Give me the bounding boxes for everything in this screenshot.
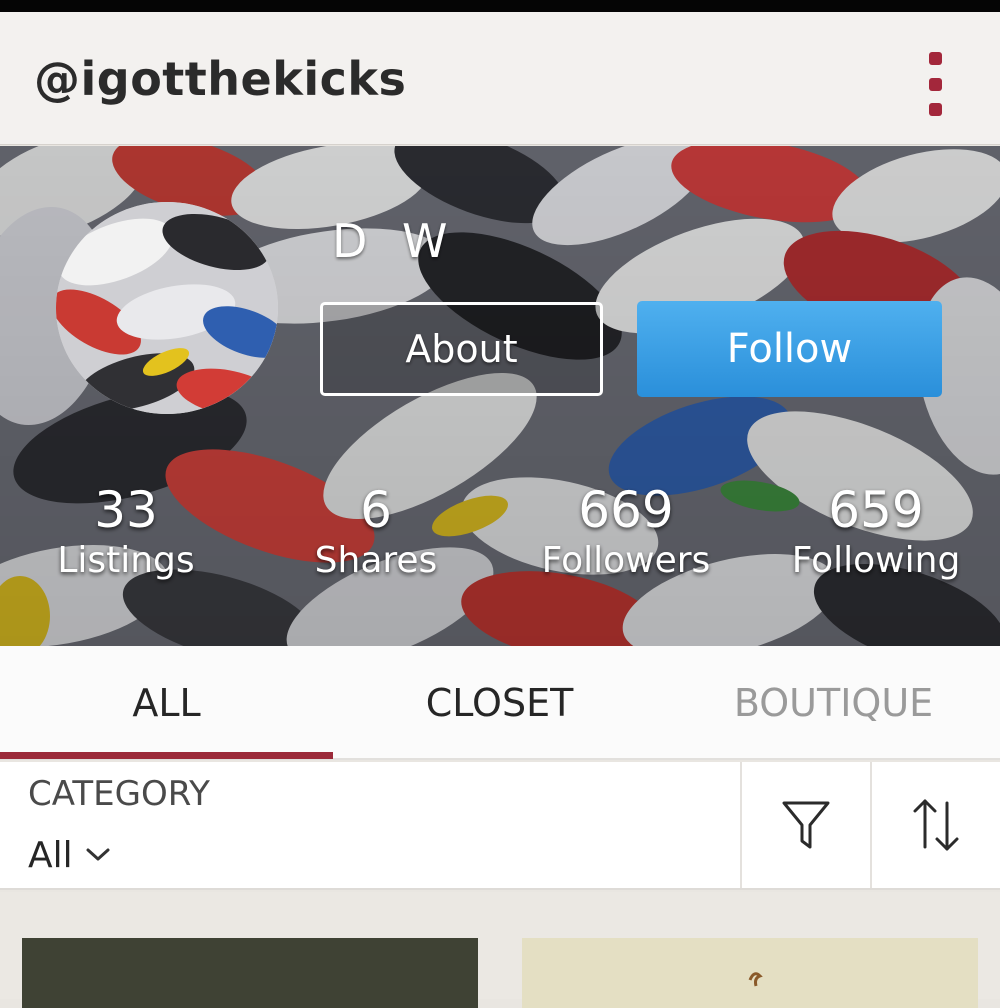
stat-value: 6 — [360, 481, 392, 539]
avatar-photo — [56, 202, 278, 414]
stat-value: 659 — [828, 481, 924, 539]
stat-listings[interactable]: 33 Listings — [6, 482, 246, 584]
sort-arrows-icon — [913, 799, 959, 851]
listing-card[interactable] — [22, 938, 478, 1008]
filter-funnel-icon — [782, 801, 830, 849]
stat-label: Listings — [57, 540, 195, 581]
stat-value: 33 — [94, 481, 158, 539]
avatar[interactable] — [56, 202, 278, 414]
filter-button[interactable] — [742, 762, 870, 888]
category-value: All — [28, 834, 73, 876]
tab-selected-indicator — [0, 752, 333, 759]
chevron-down-icon — [86, 848, 110, 861]
sort-button[interactable] — [872, 762, 1000, 888]
stat-label: Shares — [314, 540, 438, 581]
stat-following[interactable]: 659 Following — [756, 482, 996, 584]
status-bar — [0, 0, 1000, 12]
about-button[interactable]: About — [320, 302, 603, 396]
stat-label: Following — [791, 540, 961, 581]
filter-bar: CATEGORY All — [0, 762, 1000, 890]
stat-shares[interactable]: 6 Shares — [256, 482, 496, 584]
category-label: CATEGORY — [28, 774, 210, 814]
profile-name: D W — [332, 214, 458, 268]
more-vert-icon-dot — [929, 103, 942, 116]
stat-value: 669 — [578, 481, 674, 539]
category-dropdown[interactable]: All — [28, 832, 111, 878]
app-bar: @igotthekicks — [0, 12, 1000, 145]
listings-grid — [0, 892, 1000, 1008]
more-menu-button[interactable] — [915, 52, 957, 116]
tab-closet[interactable]: CLOSET — [333, 646, 666, 760]
tab-boutique[interactable]: BOUTIQUE — [667, 646, 1000, 760]
profile-cover: D W About Follow 33 Listings 6 Shares 66… — [0, 146, 1000, 646]
listing-photo — [522, 938, 978, 1008]
tab-all[interactable]: ALL — [0, 646, 333, 760]
closet-tabs: ALL CLOSET BOUTIQUE — [0, 646, 1000, 760]
more-vert-icon — [929, 52, 942, 65]
stat-followers[interactable]: 669 Followers — [506, 482, 746, 584]
listing-photo — [22, 938, 478, 1008]
follow-button[interactable]: Follow — [637, 301, 942, 397]
username-title: @igotthekicks — [34, 52, 407, 106]
stat-label: Followers — [541, 540, 711, 581]
more-vert-icon-dot — [929, 78, 942, 91]
listing-card[interactable] — [522, 938, 978, 1008]
